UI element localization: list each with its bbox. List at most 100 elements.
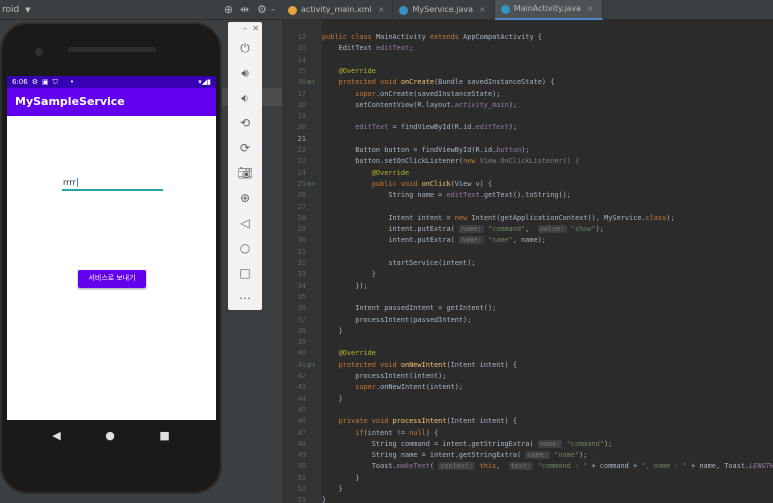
code-line[interactable]: editText = findViewById(R.id.editText);	[322, 122, 773, 133]
tab-activity-main-xml[interactable]: activity_main.xml ×	[282, 0, 394, 20]
code-line[interactable]: intent.putExtra( name: "command", value:…	[322, 224, 773, 235]
code-line[interactable]: protected void onCreate(Bundle savedInst…	[322, 77, 773, 88]
override-marker-icon[interactable]: o↑	[307, 78, 315, 86]
code-line[interactable]	[322, 337, 773, 348]
code-token: + name, Toast.	[686, 462, 750, 471]
nav-back-icon[interactable]: ◀	[52, 429, 60, 442]
code-token: button.setOnClickListener(	[322, 157, 464, 166]
code-line[interactable]: Button button = findViewById(R.id.button…	[322, 145, 773, 156]
code-token: startService(intent);	[322, 259, 476, 267]
code-line[interactable]: @Override	[322, 66, 773, 77]
override-marker-icon[interactable]: o↑	[307, 361, 315, 369]
code-line[interactable]: }	[322, 473, 773, 484]
code-token: }	[322, 473, 360, 482]
rotate-right-icon[interactable]: ⟳	[228, 136, 262, 161]
tab-myservice-java[interactable]: MyService.java ×	[393, 0, 495, 20]
code-token: Toast.	[322, 462, 397, 471]
code-token: (Bundle savedInstanceState) {	[434, 78, 555, 87]
code-line[interactable]: Intent intent = new Intent(getApplicatio…	[322, 213, 773, 224]
code-line[interactable]: }	[322, 394, 773, 405]
send-to-service-button[interactable]: 서비스로 보내기	[78, 270, 146, 288]
nav-home-icon[interactable]: ●	[105, 429, 115, 442]
project-selector[interactable]: roid ▼	[0, 0, 31, 20]
close-tab-icon[interactable]: ×	[587, 0, 594, 19]
code-token: );	[508, 123, 518, 132]
zoom-in-icon[interactable]: ⊕	[228, 186, 262, 211]
close-tab-icon[interactable]: ×	[378, 0, 385, 20]
code-line[interactable]: }	[322, 326, 773, 337]
line-number: 40	[297, 349, 306, 358]
code-line[interactable]: String name = editText.getText().toStrin…	[322, 190, 773, 201]
code-token: protected void	[322, 360, 401, 369]
volume-down-icon[interactable]: 🔉︎	[228, 86, 262, 111]
code-line[interactable]: public void onClick(View v) {	[322, 179, 773, 190]
code-line[interactable]: if(intent != null) {	[322, 428, 773, 439]
code-line[interactable]: processIntent(passedIntent);	[322, 315, 773, 326]
line-number: 37	[297, 315, 306, 324]
back-icon[interactable]: ◁	[228, 211, 262, 236]
code-line[interactable]: super.onCreate(savedInstanceState);	[322, 89, 773, 100]
code-editor[interactable]: public class MainActivity extends AppCom…	[322, 20, 773, 503]
tab-mainactivity-java[interactable]: MainActivity.java ×	[494, 0, 603, 20]
code-line[interactable]	[322, 202, 773, 213]
device-nav-bar: ◀ ● ■	[2, 420, 220, 450]
signal-battery-icon: ▾◢▮	[198, 78, 211, 86]
more-icon[interactable]: ⋯	[228, 286, 262, 311]
code-line[interactable]	[322, 55, 773, 66]
close-tab-icon[interactable]: ×	[479, 0, 486, 20]
override-marker-icon[interactable]: o↑	[307, 180, 315, 188]
code-line[interactable]: @Override	[322, 168, 773, 179]
code-line[interactable]: @Override	[322, 348, 773, 359]
code-line[interactable]	[322, 292, 773, 303]
code-token: , name);	[512, 236, 546, 245]
camera-icon[interactable]: 📷︎	[228, 161, 262, 186]
target-icon[interactable]: ⊕	[224, 0, 233, 20]
code-line[interactable]: }	[322, 269, 773, 280]
code-token: private void	[322, 417, 393, 426]
code-token: setContentView(R.layout.	[322, 100, 455, 109]
line-number: 32	[297, 259, 306, 267]
line-number: 42	[297, 372, 306, 380]
code-line[interactable]: setContentView(R.layout.activity_main);	[322, 100, 773, 111]
code-line[interactable]: String name = intent.getStringExtra( nam…	[322, 450, 773, 461]
code-line[interactable]: EditText editText;	[322, 43, 773, 54]
line-number: 13	[297, 44, 306, 53]
gear-icon[interactable]: ⚙	[257, 0, 267, 20]
code-line[interactable]: startService(intent);	[322, 258, 773, 269]
volume-up-icon[interactable]: 🔊︎	[228, 61, 262, 86]
code-token: extends	[429, 33, 464, 41]
code-line[interactable]: button.setOnClickListener(new View.OnCli…	[322, 156, 773, 167]
power-icon[interactable]: ⏻	[228, 36, 262, 61]
code-line[interactable]: private void processIntent(Intent intent…	[322, 416, 773, 427]
minimize-icon[interactable]: –	[271, 0, 276, 20]
code-line[interactable]	[322, 247, 773, 258]
code-line[interactable]	[322, 111, 773, 122]
code-line[interactable]: String command = intent.getStringExtra( …	[322, 439, 773, 450]
code-line[interactable]: Intent passedIntent = getIntent();	[322, 303, 773, 314]
code-line[interactable]	[322, 134, 773, 145]
code-line[interactable]: }	[322, 484, 773, 495]
code-token: editText	[355, 123, 389, 132]
minimize-icon[interactable]: –	[243, 24, 247, 33]
code-line[interactable]: super.onNewIntent(intent);	[322, 382, 773, 393]
code-line[interactable]: intent.putExtra( name: "name", name);	[322, 235, 773, 246]
home-icon[interactable]: ○	[228, 236, 262, 261]
tab-label: MainActivity.java	[513, 4, 581, 13]
code-line[interactable]: public class MainActivity extends AppCom…	[322, 32, 773, 43]
name-edit-text[interactable]: rrrr	[62, 177, 163, 191]
rotate-left-icon[interactable]: ⟲	[228, 111, 262, 136]
chevron-down-icon: ▼	[25, 6, 31, 14]
code-line[interactable]: protected void onNewIntent(Intent intent…	[322, 360, 773, 371]
code-line[interactable]	[322, 405, 773, 416]
code-line[interactable]: processIntent(intent);	[322, 371, 773, 382]
code-line[interactable]: }	[322, 495, 773, 503]
split-icon[interactable]: ⇹	[240, 0, 249, 20]
nav-overview-icon[interactable]: ■	[159, 429, 169, 442]
close-icon[interactable]: ✕	[252, 24, 259, 33]
code-line[interactable]: Toast.makeText( context: this, text: "co…	[322, 461, 773, 472]
code-token: Intent intent =	[322, 213, 455, 222]
overview-icon[interactable]: □	[228, 261, 262, 286]
code-token: onCreate	[400, 78, 435, 87]
code-line[interactable]: });	[322, 281, 773, 292]
